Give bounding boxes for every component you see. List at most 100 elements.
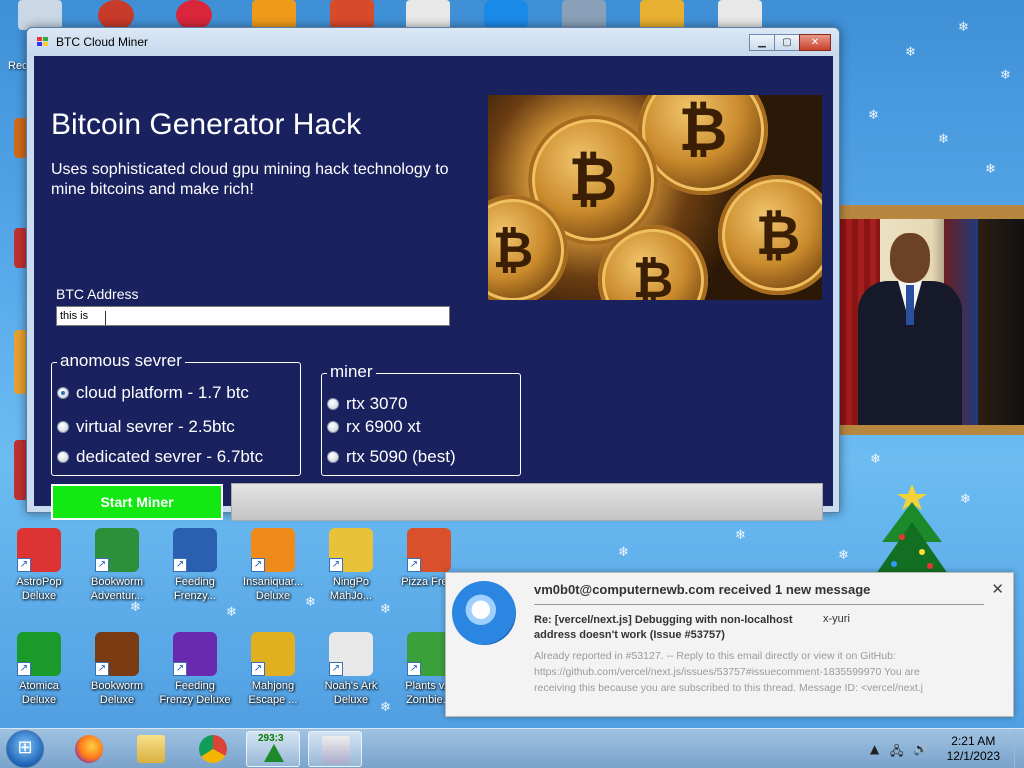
desktop-icon[interactable]: ↗ Mahjong Escape ... (234, 632, 312, 707)
recycle-bin-label-fragment: Rec (8, 60, 28, 72)
noahs-ark-icon: ↗ (329, 632, 373, 676)
bookworm-deluxe-icon: ↗ (95, 632, 139, 676)
miner-option-rtx5090[interactable]: rtx 5090 (best) (327, 447, 456, 467)
notification-body: Already reported in #53127. -- Reply to … (534, 650, 923, 694)
client-area: Bitcoin Generator Hack Uses sophisticate… (34, 56, 833, 521)
miner-option-rx6900xt[interactable]: rx 6900 xt (327, 417, 421, 437)
radio-unselected[interactable] (57, 451, 69, 463)
desktop-icon-top-2[interactable] (98, 0, 134, 30)
chrome-icon (199, 735, 227, 763)
desktop-icon[interactable]: ↗ AstroPop Deluxe (0, 528, 78, 603)
snowflake-decoration: ❄ (870, 452, 881, 467)
show-desktop-button[interactable] (1014, 729, 1024, 768)
snowflake-decoration: ❄ (868, 108, 879, 123)
volume-icon[interactable]: 🔊 (913, 742, 928, 756)
shortcut-arrow-icon: ↗ (95, 662, 109, 676)
btc-address-input[interactable] (56, 306, 450, 326)
radio-unselected[interactable] (327, 451, 339, 463)
desktop-icon-label: Adventur... (90, 590, 144, 602)
desktop-icon-label: AstroPop (16, 576, 62, 588)
radio-unselected[interactable] (57, 421, 69, 433)
desktop-icon-top-3[interactable] (176, 0, 212, 30)
start-button[interactable] (6, 730, 44, 768)
desktop-icon-label: Frenzy Deluxe (159, 694, 231, 706)
page-title: Bitcoin Generator Hack (51, 108, 362, 141)
tree-counter: 293:3 (258, 733, 284, 744)
desktop-icon-label: Frenzy... (174, 590, 216, 602)
clock[interactable]: 2:21 AM 12/1/2023 (947, 734, 1000, 764)
desktop-icon-top-10[interactable] (718, 0, 762, 30)
mahjong-escape-icon: ↗ (251, 632, 295, 676)
desktop-icon[interactable]: ↗ NingPo MahJo... (312, 528, 390, 603)
ningpo-mahjong-icon: ↗ (329, 528, 373, 572)
desktop-icon-top-6[interactable] (406, 0, 450, 30)
maximize-button[interactable]: ▢ (774, 34, 800, 51)
email-notification[interactable]: vm0b0t@computernewb.com received 1 new m… (445, 572, 1014, 717)
atomica-icon: ↗ (17, 632, 61, 676)
server-option-virtual[interactable]: virtual sevrer - 2.5btc (57, 417, 235, 437)
radio-unselected[interactable] (327, 421, 339, 433)
notification-from: x-yuri (823, 613, 850, 625)
notification-sender: vm0b0t@computernewb.com received 1 new m… (534, 582, 871, 597)
shortcut-arrow-icon: ↗ (251, 558, 265, 572)
taskbar-chrome[interactable] (186, 731, 240, 767)
miner-group-label: miner (327, 362, 376, 382)
btc-cloud-miner-window[interactable]: BTC Cloud Miner ▁ ▢ ✕ Bitcoin Generator … (26, 27, 840, 521)
snowflake-decoration: ❄ (905, 45, 916, 60)
mining-progress-bar (231, 483, 823, 521)
shortcut-arrow-icon: ↗ (173, 662, 187, 676)
snowflake-decoration: ❄ (1000, 68, 1011, 83)
desktop-icon-top-8[interactable] (562, 0, 606, 30)
server-option-cloud[interactable]: cloud platform - 1.7 btc (57, 383, 249, 403)
miner-option-rtx3070[interactable]: rtx 3070 (327, 394, 407, 414)
taskbar-firefox[interactable] (62, 731, 116, 767)
desktop-icon-top-5[interactable] (330, 0, 374, 30)
desktop-icon-top-4[interactable] (252, 0, 296, 30)
desktop-icon-label: Deluxe (333, 694, 369, 706)
desktop-icon-label: Deluxe (99, 694, 135, 706)
minimize-button[interactable]: ▁ (749, 34, 775, 51)
desktop-icon[interactable]: ↗ Bookworm Deluxe (78, 632, 156, 707)
president-photo (840, 219, 1024, 425)
bitcoin-image: ₿ ₿ ₿ ₿ ₿ (488, 95, 822, 300)
desktop-icon-top-7[interactable] (484, 0, 528, 30)
snowflake-decoration: ❄ (938, 132, 949, 147)
christmas-tree-icon (876, 484, 948, 574)
desktop-icon[interactable]: ↗ Feeding Frenzy... (156, 528, 234, 603)
radio-selected[interactable] (57, 387, 69, 399)
start-miner-button[interactable]: Start Miner (51, 484, 223, 520)
snowflake-decoration: ❄ (958, 20, 969, 35)
desktop-icon-top-9[interactable] (640, 0, 684, 30)
desktop-icon[interactable]: ↗ Noah's Ark Deluxe (312, 632, 390, 707)
recycle-bin-icon[interactable] (18, 0, 62, 30)
photo-frame[interactable] (840, 205, 1024, 435)
server-option-dedicated[interactable]: dedicated sevrer - 6.7btc (57, 447, 263, 467)
snowflake-decoration: ❄ (226, 605, 237, 620)
firefox-icon (75, 735, 103, 763)
desktop-icon[interactable]: ↗ Feeding Frenzy Deluxe (156, 632, 234, 707)
taskbar-btc-miner[interactable] (308, 731, 362, 767)
shortcut-arrow-icon: ↗ (407, 662, 421, 676)
shortcut-arrow-icon: ↗ (329, 558, 343, 572)
notification-subject[interactable]: Re: [vercel/next.js] Debugging with non-… (534, 613, 834, 643)
desktop-icon-label: Mahjong (251, 680, 295, 692)
show-hidden-icons[interactable]: ▲ (870, 742, 879, 756)
desktop-icon-label: Bookworm (91, 680, 143, 692)
server-group-label: anomous sevrer (57, 351, 185, 371)
desktop-icon-label: Deluxe (21, 590, 57, 602)
desktop-icon[interactable]: ↗ Atomica Deluxe (0, 632, 78, 707)
close-icon[interactable]: ✕ (991, 580, 1004, 598)
desktop-icon[interactable]: ↗ Insaniquar... Deluxe (234, 528, 312, 603)
taskbar-explorer[interactable] (124, 731, 178, 767)
desktop-icon[interactable]: ↗ Bookworm Adventur... (78, 528, 156, 603)
network-icon[interactable]: 🖧 (890, 742, 903, 763)
shortcut-arrow-icon: ↗ (173, 558, 187, 572)
snowflake-decoration: ❄ (380, 602, 391, 617)
pizza-frenzy-icon: ↗ (407, 528, 451, 572)
desktop-icon-label: NingPo (332, 576, 370, 588)
title-bar[interactable]: BTC Cloud Miner ▁ ▢ ✕ (27, 28, 839, 56)
desktop-icon-label: Noah's Ark (324, 680, 378, 692)
close-button[interactable]: ✕ (799, 34, 831, 51)
radio-unselected[interactable] (327, 398, 339, 410)
desktop-icon-label: MahJo... (329, 590, 373, 602)
